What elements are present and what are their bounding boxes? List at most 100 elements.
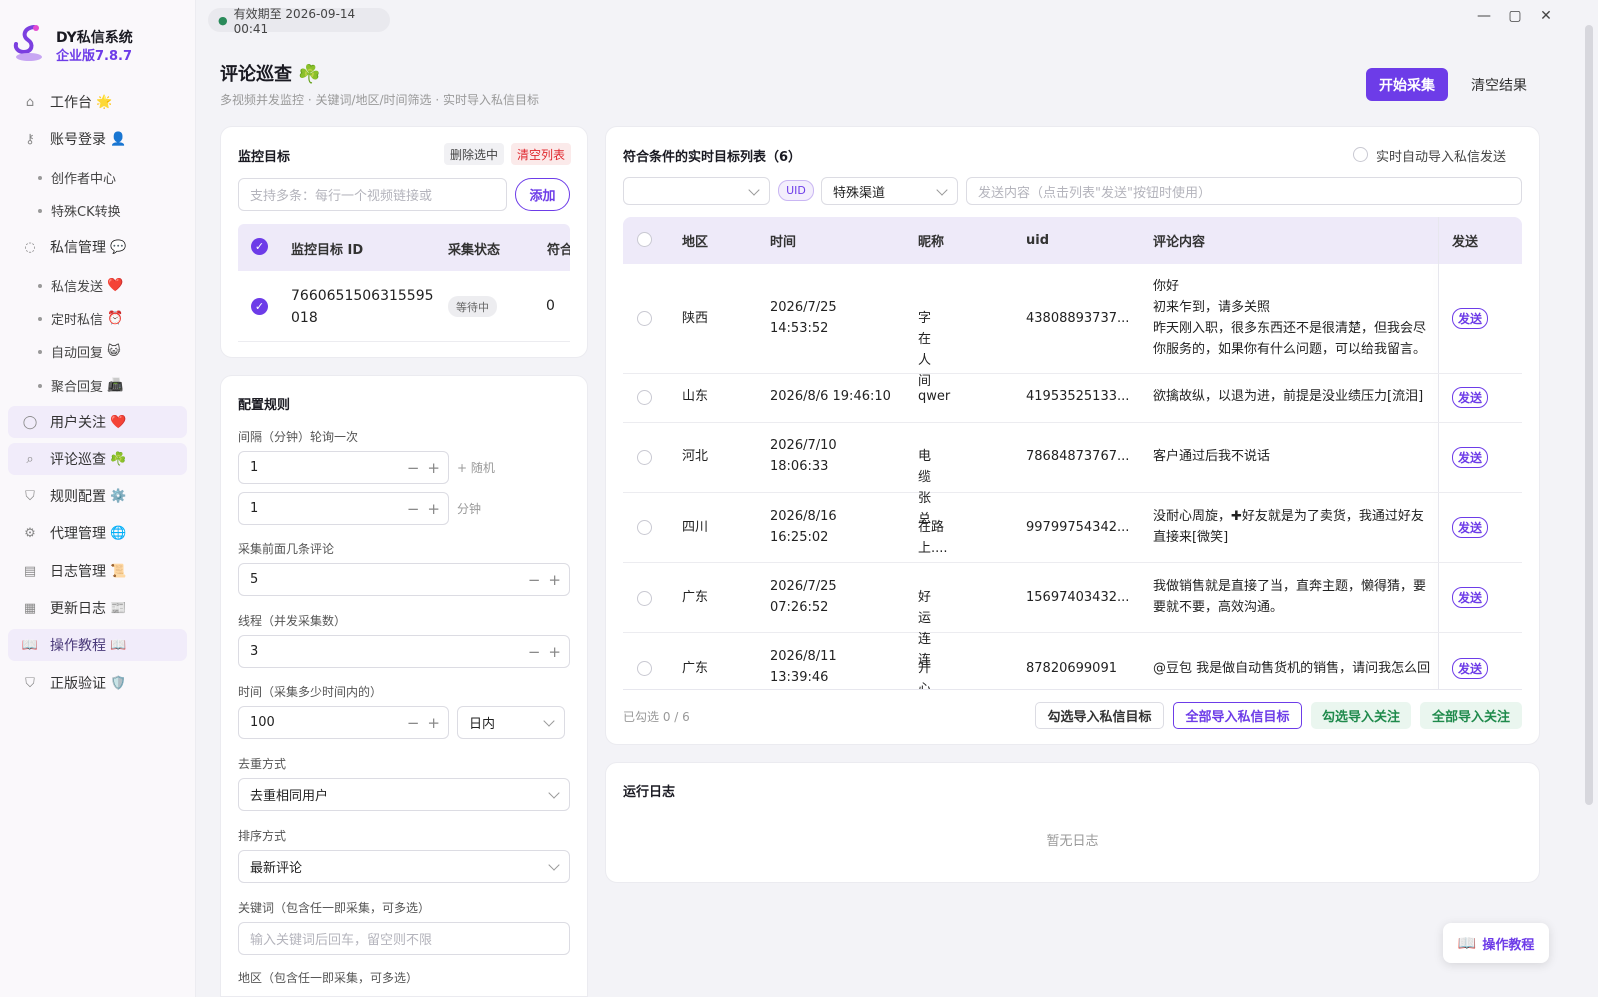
send-button[interactable]: 发送: [1452, 658, 1488, 679]
sort-select[interactable]: 最新评论: [238, 850, 570, 883]
minus-icon[interactable]: −: [528, 643, 541, 661]
sidebar-item-comment-patrol[interactable]: ⌕ 评论巡查 ☘️: [8, 443, 187, 475]
start-collect-button[interactable]: 开始采集: [1366, 68, 1448, 101]
interval-input[interactable]: 1 − +: [238, 451, 449, 484]
random-hint: + 随机: [457, 461, 495, 475]
header-collect-status: 采集状态: [448, 243, 501, 258]
sidebar-item-changelog[interactable]: ▦ 更新日志 📰: [8, 592, 187, 624]
time-unit-select[interactable]: 日内: [457, 706, 565, 739]
sidebar-item-message-manage[interactable]: ◌ 私信管理 💬: [8, 231, 187, 263]
sidebar-item-log-manage[interactable]: ▤ 日志管理 📜: [8, 555, 187, 587]
video-link-input[interactable]: 支持多条：每行一个视频链接或: [238, 178, 507, 211]
minus-icon[interactable]: −: [407, 714, 420, 732]
time-line: 2026/8/11: [770, 649, 837, 664]
sidebar-item-rule-config[interactable]: ⛉ 规则配置 ⚙️: [8, 480, 187, 512]
send-cell: [1438, 633, 1439, 689]
import-selected-button[interactable]: 勾选导入私信目标: [1035, 702, 1164, 729]
send-button[interactable]: 发送: [1452, 387, 1488, 408]
scroll-icon: 📜: [110, 563, 127, 579]
auto-import-radio[interactable]: [1353, 147, 1368, 162]
first-n-input[interactable]: 5 − +: [238, 563, 570, 596]
book-icon: 📖: [1457, 934, 1477, 952]
auto-import-label[interactable]: 实时自动导入私信发送: [1376, 146, 1506, 165]
sidebar-subitem-auto-reply[interactable]: 自动回复 😺: [38, 342, 121, 361]
plus-icon[interactable]: +: [548, 571, 561, 589]
send-content-input[interactable]: 发送内容（点击列表"发送"按钮时使用）: [966, 177, 1522, 205]
row-radio[interactable]: [637, 390, 652, 405]
send-button[interactable]: 发送: [1452, 308, 1488, 329]
cell-uid: 87820699091: [1026, 661, 1117, 676]
time-stepper[interactable]: − +: [407, 707, 440, 738]
sidebar-subitem-creator-center[interactable]: 创作者中心: [38, 168, 116, 187]
targets-table-body[interactable]: 陕西 2026/7/25 14:53:52 字在人间 43808893737...…: [623, 264, 1522, 689]
uid-tag[interactable]: UID: [778, 180, 814, 201]
page-scrollbar[interactable]: [1585, 25, 1593, 805]
region-label: 地区（包含任一即采集，可多选）: [238, 971, 419, 985]
clear-list-button[interactable]: 清空列表: [511, 143, 571, 165]
delete-selected-button[interactable]: 删除选中: [444, 143, 504, 165]
sidebar-subitem-aggregate-reply[interactable]: 聚合回复 📠: [38, 376, 123, 395]
channel-select[interactable]: 特殊渠道: [821, 177, 958, 205]
row-radio[interactable]: [637, 520, 652, 535]
minus-icon[interactable]: −: [407, 500, 420, 518]
sidebar-item-workbench[interactable]: ⌂ 工作台 🌟: [8, 86, 187, 118]
minimize-icon[interactable]: —: [1474, 8, 1494, 24]
row-radio[interactable]: [637, 311, 652, 326]
sidebar-subitem-ck-convert[interactable]: 特殊CK转换: [38, 201, 121, 220]
header-uid: uid: [1026, 233, 1050, 248]
sidebar-item-account-login[interactable]: ⚷ 账号登录 👤: [8, 123, 187, 155]
follow-selected-button[interactable]: 勾选导入关注: [1311, 702, 1411, 729]
account-select[interactable]: [623, 177, 770, 205]
cell-comment: 我做销售就是直接了当，直奔主题，懒得猜，要 要就不要，高效沟通。: [1153, 576, 1438, 618]
row-checkbox[interactable]: ✓: [251, 298, 268, 315]
sidebar-item-tutorial[interactable]: 📖 操作教程 📖: [8, 629, 187, 661]
interval-random-value: 1: [250, 501, 259, 516]
interval-random-input[interactable]: 1 − +: [238, 492, 449, 525]
time-input[interactable]: 100 − +: [238, 706, 449, 739]
clear-results-button[interactable]: 清空结果: [1462, 68, 1536, 101]
sidebar-subitem-send-message[interactable]: 私信发送 ❤️: [38, 276, 123, 295]
user-outline-icon: ◯: [22, 414, 38, 430]
send-button[interactable]: 发送: [1452, 517, 1488, 538]
dedup-select[interactable]: 去重相同用户: [238, 778, 570, 811]
chevron-down-icon: [548, 859, 560, 871]
send-button[interactable]: 发送: [1452, 587, 1488, 608]
threads-input[interactable]: 3 − +: [238, 635, 570, 668]
interval-stepper[interactable]: − +: [407, 452, 440, 483]
plus-icon[interactable]: +: [427, 714, 440, 732]
sidebar-subitem-label: 自动回复: [51, 346, 104, 361]
close-icon[interactable]: ✕: [1536, 8, 1556, 24]
row-radio[interactable]: [637, 450, 652, 465]
send-button[interactable]: 发送: [1452, 447, 1488, 468]
threads-stepper[interactable]: − +: [528, 636, 561, 667]
minus-icon[interactable]: −: [528, 571, 541, 589]
cell-time: 2026/7/10 18:06:33: [770, 435, 837, 477]
time-line: 18:06:33: [770, 459, 829, 474]
plus-icon[interactable]: +: [427, 500, 440, 518]
tutorial-float-button[interactable]: 📖 操作教程: [1443, 923, 1549, 963]
cell-nickname: 开心爱吃糖: [918, 661, 932, 689]
header-target-id: 监控目标 ID: [291, 243, 364, 258]
minus-icon[interactable]: −: [407, 459, 420, 477]
interval-random-stepper[interactable]: − +: [407, 493, 440, 524]
add-button[interactable]: 添加: [515, 178, 570, 211]
sidebar-item-proxy-manage[interactable]: ⚙ 代理管理 🌐: [8, 517, 187, 549]
keyword-input[interactable]: 输入关键词后回车，留空则不限: [238, 922, 570, 955]
time-line: 2026/7/25: [770, 300, 837, 315]
row-radio[interactable]: [637, 591, 652, 606]
sidebar-item-user-follow[interactable]: ◯ 用户关注 ❤️: [8, 406, 187, 438]
first-n-stepper[interactable]: − +: [528, 564, 561, 595]
plus-icon[interactable]: +: [548, 643, 561, 661]
import-all-button[interactable]: 全部导入私信目标: [1173, 702, 1302, 729]
follow-all-button[interactable]: 全部导入关注: [1420, 702, 1522, 729]
sidebar-subitem-scheduled-message[interactable]: 定时私信 ⏰: [38, 309, 123, 328]
sidebar-item-license-verify[interactable]: ⛉ 正版验证 🛡️: [8, 667, 187, 699]
selected-count: 已勾选 0 / 6: [623, 710, 690, 724]
sidebar-item-label: 代理管理: [50, 526, 106, 542]
select-all-radio[interactable]: [637, 232, 652, 247]
row-radio[interactable]: [637, 661, 652, 676]
select-all-checkbox[interactable]: ✓: [251, 238, 268, 255]
maximize-icon[interactable]: ▢: [1505, 8, 1525, 24]
sidebar-item-label: 工作台: [50, 95, 92, 111]
plus-icon[interactable]: +: [427, 459, 440, 477]
